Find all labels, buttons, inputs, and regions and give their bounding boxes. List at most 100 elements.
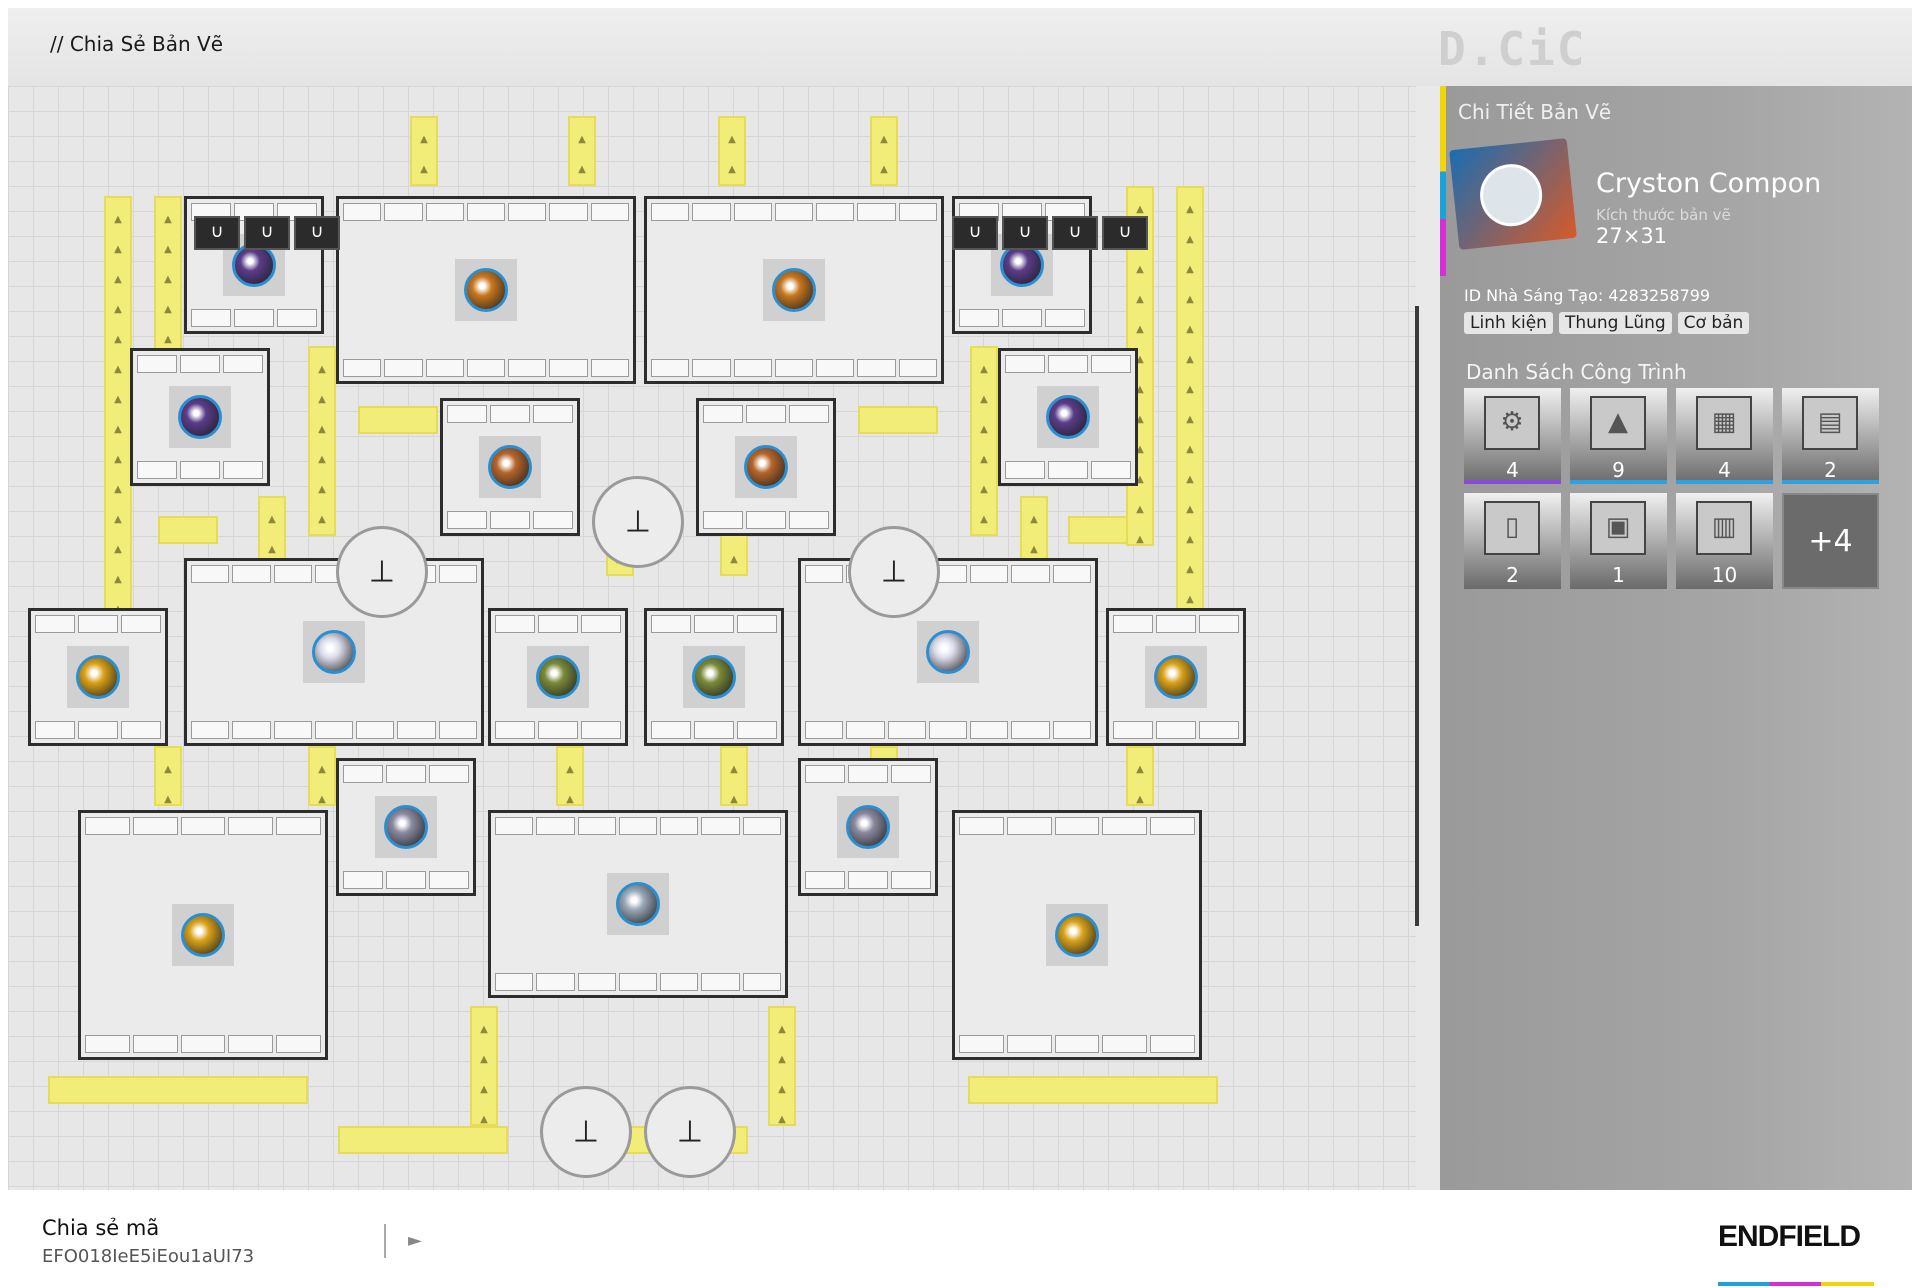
storage-bin-icon[interactable]: ∪ (244, 216, 290, 250)
port-row (343, 765, 469, 783)
machine[interactable] (798, 758, 938, 896)
belt-arrow-icon: ▲ (1186, 504, 1194, 515)
port (180, 817, 226, 835)
packer-icon: ▤ (1802, 396, 1858, 450)
storage-bin-icon[interactable]: ∪ (952, 216, 998, 250)
machine[interactable] (440, 398, 580, 536)
machine[interactable] (336, 758, 476, 896)
belt-arrow-icon: ▲ (164, 244, 172, 255)
machine[interactable] (696, 398, 836, 536)
port (857, 359, 896, 377)
belt-arrow-icon: ▲ (1186, 234, 1194, 245)
port (495, 973, 534, 991)
machine[interactable] (336, 196, 636, 384)
belt-arrow-icon: ▲ (318, 484, 326, 495)
machine[interactable] (998, 348, 1138, 486)
port (1091, 461, 1131, 479)
relay-tower-icon[interactable]: ⊥ (592, 476, 684, 568)
creator-id: ID Nhà Sáng Tạo: 4283258799 (1464, 286, 1711, 305)
conveyor-belt (358, 406, 438, 434)
port (805, 871, 845, 889)
building-item[interactable]: ▯ 2 (1464, 493, 1561, 589)
relay-tower-icon[interactable]: ⊥ (540, 1086, 632, 1178)
port-row (1113, 721, 1239, 739)
product-icon (1154, 655, 1198, 699)
storage-bin-icon[interactable]: ∪ (1002, 216, 1048, 250)
port (429, 871, 469, 889)
belt-arrow-icon: ▲ (880, 134, 888, 145)
belt-arrow-icon: ▲ (318, 514, 326, 525)
belt-arrow-icon: ▲ (480, 1114, 488, 1125)
machine[interactable] (488, 810, 788, 998)
port (549, 203, 588, 221)
blueprint-canvas[interactable]: ▲ ▲ ▲ ▲ ▲ ▲ ▲ ▲ ▲ ▲ ▲ ▲ ▲ ▲ ▲ ▲ ▲ ▲ ▲ ▲ ▲ ▲ ▲ ▲ ▲ ▲ ▲ ▲ ▲ ▲ ▲ ▲ ▲ ▲ ▲ ▲ ▲ ▲ ▲ ▲… (8, 86, 1419, 1190)
building-count: 2 (1824, 458, 1837, 482)
port (234, 309, 274, 327)
play-arrow-icon[interactable]: ► (408, 1230, 422, 1251)
machine[interactable] (130, 348, 270, 486)
port (746, 511, 786, 529)
port (85, 817, 130, 835)
belt-arrow-icon: ▲ (1186, 324, 1194, 335)
share-code-value[interactable]: EFO018IeE5iEou1aUI73 (42, 1246, 254, 1267)
machine[interactable] (78, 810, 328, 1060)
building-item[interactable]: ▲ 9 (1570, 388, 1667, 484)
more-buildings-button[interactable]: +4 (1782, 493, 1879, 589)
antenna-icon: ⊥ (368, 554, 396, 590)
building-item[interactable]: ⚙ 4 (1464, 388, 1561, 484)
port (848, 765, 888, 783)
port (508, 359, 547, 377)
machine[interactable] (644, 608, 784, 746)
relay-tower-icon[interactable]: ⊥ (336, 526, 428, 618)
belt-arrow-icon: ▲ (114, 574, 122, 585)
belt-arrow-icon: ▲ (164, 334, 172, 345)
building-item[interactable]: ▤ 2 (1782, 388, 1879, 484)
port (1048, 355, 1088, 373)
port-icon: ▣ (1590, 501, 1646, 555)
storage-bin-icon[interactable]: ∪ (194, 216, 240, 250)
belt-arrow-icon: ▲ (114, 544, 122, 555)
port-row (85, 1035, 321, 1053)
port (429, 765, 469, 783)
belt-arrow-icon: ▲ (728, 164, 736, 175)
machine[interactable] (28, 608, 168, 746)
machine[interactable] (644, 196, 944, 384)
building-item[interactable]: ▣ 1 (1570, 493, 1667, 589)
relay-tower-icon[interactable]: ⊥ (644, 1086, 736, 1178)
share-code-label: Chia sẻ mã (42, 1216, 160, 1240)
machine[interactable] (1106, 608, 1246, 746)
machine[interactable] (488, 608, 628, 746)
belt-arrow-icon: ▲ (1186, 354, 1194, 365)
relay-tower-icon[interactable]: ⊥ (848, 526, 940, 618)
port (466, 359, 506, 377)
product-icon (1055, 913, 1099, 957)
vertical-scrollbar[interactable] (1415, 306, 1419, 926)
product-icon (178, 395, 222, 439)
storage-bin-icon[interactable]: ∪ (1102, 216, 1148, 250)
port-row (651, 359, 937, 377)
machine[interactable] (952, 810, 1202, 1060)
machine[interactable] (184, 558, 484, 746)
machine[interactable] (798, 558, 1098, 746)
conveyor-belt: ▲▲ (568, 116, 596, 186)
port-row (191, 309, 317, 327)
storage-bin-icon[interactable]: ∪ (1052, 216, 1098, 250)
belt-arrow-icon: ▲ (164, 274, 172, 285)
blueprint-details-panel: Chi Tiết Bản Vẽ Cryston Compon Kích thướ… (1440, 86, 1912, 1190)
port (384, 359, 423, 377)
port (701, 817, 740, 835)
storage-icon: ▯ (1484, 501, 1540, 555)
building-item[interactable]: ▦ 4 (1676, 388, 1773, 484)
storage-bin-icon[interactable]: ∪ (294, 216, 340, 250)
port (887, 721, 926, 739)
port (495, 817, 534, 835)
building-count: 2 (1506, 563, 1519, 587)
port (1150, 1035, 1195, 1053)
port (1005, 355, 1045, 373)
product-icon (846, 805, 890, 849)
belt-arrow-icon: ▲ (480, 1054, 488, 1065)
belt-arrow-icon: ▲ (778, 1054, 786, 1065)
belt-arrow-icon: ▲ (114, 514, 122, 525)
belt-arrow-icon: ▲ (980, 454, 988, 465)
building-item[interactable]: ▥ 10 (1676, 493, 1773, 589)
